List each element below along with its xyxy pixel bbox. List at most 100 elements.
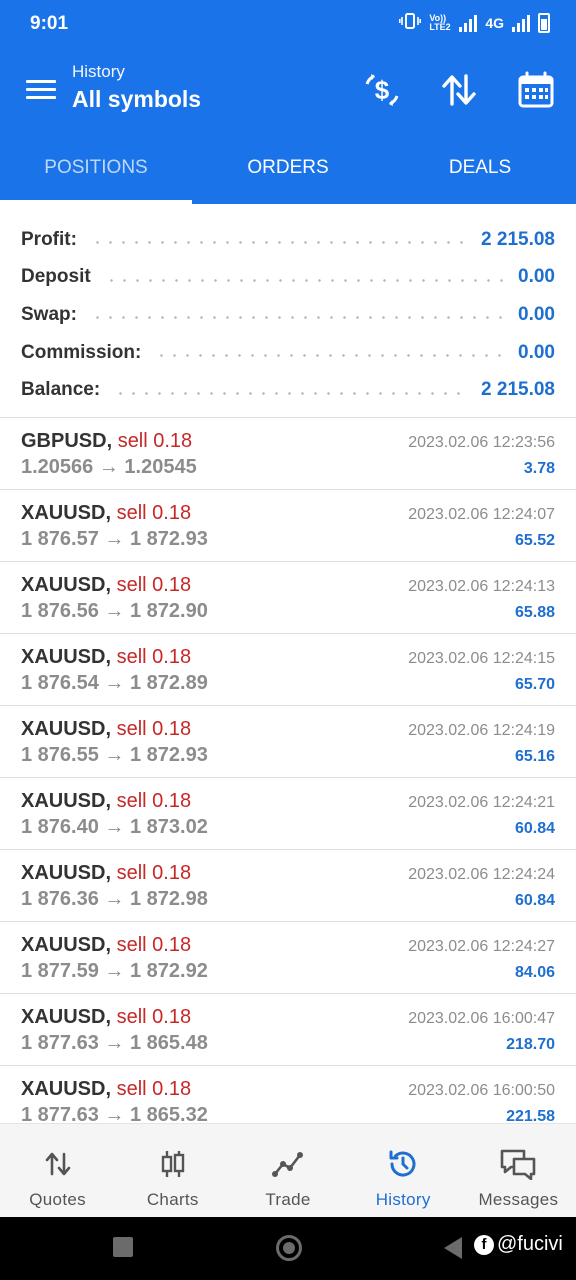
vibrate-icon bbox=[399, 12, 422, 33]
dotted-leader bbox=[104, 278, 505, 282]
summary-label: Balance: bbox=[21, 379, 101, 401]
deal-symbol: XAUUSD, bbox=[21, 934, 112, 956]
network-type: 4G bbox=[485, 14, 504, 31]
deal-time: 2023.02.06 16:00:47 bbox=[408, 1010, 555, 1027]
dotted-leader bbox=[155, 354, 505, 358]
battery-icon bbox=[538, 12, 550, 33]
deal-row[interactable]: XAUUSD, sell 0.18 1 876.56 → 1 872.90 20… bbox=[0, 562, 576, 634]
summary-profit-row: Profit: 2 215.08 bbox=[0, 221, 576, 259]
deal-side: sell 0.18 bbox=[116, 718, 192, 740]
deal-row[interactable]: XAUUSD, sell 0.18 1 877.63 → 1 865.48 20… bbox=[0, 994, 576, 1066]
deal-side: sell 0.18 bbox=[116, 790, 192, 812]
summary-balance-row: Balance: 2 215.08 bbox=[0, 371, 576, 409]
nav-history[interactable]: History bbox=[346, 1124, 461, 1217]
svg-text:$: $ bbox=[375, 75, 390, 105]
deal-side: sell 0.18 bbox=[116, 1078, 192, 1100]
summary-value: 2 215.08 bbox=[481, 228, 555, 250]
nav-quotes[interactable]: Quotes bbox=[0, 1124, 115, 1217]
deal-profit: 65.70 bbox=[514, 676, 555, 693]
sort-arrows-icon bbox=[439, 70, 479, 115]
deal-prices: 1 877.63 → 1 865.32 bbox=[21, 1104, 208, 1123]
deal-prices: 1.20566 → 1.20545 bbox=[21, 456, 197, 478]
deal-prices: 1 876.56 → 1 872.90 bbox=[21, 600, 208, 622]
dotted-leader bbox=[90, 241, 468, 245]
deal-row[interactable]: XAUUSD, sell 0.18 1 877.59 → 1 872.92 20… bbox=[0, 922, 576, 994]
deal-row[interactable]: XAUUSD, sell 0.18 1 877.63 → 1 865.32 20… bbox=[0, 1066, 576, 1123]
nav-label: Messages bbox=[478, 1190, 559, 1209]
deal-profit: 84.06 bbox=[514, 964, 555, 981]
summary-label: Profit: bbox=[21, 228, 77, 250]
signal-icon-2 bbox=[512, 14, 530, 32]
deal-time: 2023.02.06 12:24:15 bbox=[408, 650, 555, 667]
nav-messages[interactable]: Messages bbox=[461, 1124, 576, 1217]
history-tabs: POSITIONS ORDERS DEALS bbox=[0, 132, 576, 204]
back-button[interactable] bbox=[444, 1237, 462, 1259]
nav-label: Quotes bbox=[29, 1190, 86, 1209]
deal-symbol: XAUUSD, bbox=[21, 574, 112, 596]
volte-label: Vo)) LTE2 bbox=[429, 12, 451, 32]
deal-profit: 65.16 bbox=[514, 748, 555, 765]
status-icons: Vo)) LTE2 4G bbox=[399, 12, 550, 33]
watermark: f @fucivi bbox=[474, 1233, 563, 1256]
nav-label: History bbox=[375, 1190, 431, 1209]
summary-swap-row: Swap: 0.00 bbox=[0, 296, 576, 334]
deal-time: 2023.02.06 12:24:24 bbox=[408, 866, 555, 883]
calendar-icon bbox=[516, 70, 556, 115]
deal-side: sell 0.18 bbox=[116, 574, 192, 596]
deal-profit: 218.70 bbox=[506, 1036, 555, 1053]
menu-button[interactable] bbox=[26, 78, 56, 102]
tab-orders[interactable]: ORDERS bbox=[192, 132, 384, 204]
deal-side: sell 0.18 bbox=[116, 862, 192, 884]
nav-label: Trade bbox=[265, 1190, 311, 1209]
deal-prices: 1 876.55 → 1 872.93 bbox=[21, 744, 208, 766]
deal-profit: 60.84 bbox=[514, 820, 555, 837]
facebook-icon: f bbox=[474, 1234, 494, 1255]
deal-profit: 65.52 bbox=[514, 532, 555, 549]
home-button[interactable] bbox=[276, 1235, 302, 1261]
deal-row[interactable]: XAUUSD, sell 0.18 1 876.40 → 1 873.02 20… bbox=[0, 778, 576, 850]
deal-prices: 1 876.54 → 1 872.89 bbox=[21, 672, 208, 694]
deal-profit: 3.78 bbox=[523, 460, 555, 477]
app-title[interactable]: All symbols bbox=[72, 86, 201, 113]
deal-symbol: XAUUSD, bbox=[21, 718, 112, 740]
recents-button[interactable] bbox=[113, 1237, 133, 1257]
app-subtitle: History bbox=[72, 62, 125, 81]
deal-symbol: XAUUSD, bbox=[21, 1078, 112, 1100]
deal-symbol: GBPUSD, bbox=[21, 430, 113, 452]
deal-row[interactable]: XAUUSD, sell 0.18 1 876.36 → 1 872.98 20… bbox=[0, 850, 576, 922]
deal-row[interactable]: XAUUSD, sell 0.18 1 876.54 → 1 872.89 20… bbox=[0, 634, 576, 706]
deal-profit: 65.88 bbox=[514, 604, 555, 621]
account-summary: Profit: 2 215.08 Deposit 0.00 Swap: 0.00… bbox=[0, 204, 576, 418]
deal-time: 2023.02.06 12:24:19 bbox=[408, 722, 555, 739]
deal-time: 2023.02.06 12:24:13 bbox=[408, 578, 555, 595]
tab-deals[interactable]: DEALS bbox=[384, 132, 576, 204]
tab-positions[interactable]: POSITIONS bbox=[0, 132, 192, 204]
sort-button[interactable] bbox=[437, 70, 481, 114]
deal-prices: 1 876.40 → 1 873.02 bbox=[21, 816, 208, 838]
deal-list: GBPUSD, sell 0.18 1.20566 → 1.20545 2023… bbox=[0, 418, 576, 1123]
deal-side: sell 0.18 bbox=[116, 502, 192, 524]
candlestick-icon bbox=[159, 1148, 187, 1180]
deal-prices: 1 876.57 → 1 872.93 bbox=[21, 528, 208, 550]
nav-trade[interactable]: Trade bbox=[230, 1124, 345, 1217]
deal-side: sell 0.18 bbox=[117, 430, 193, 452]
nav-label: Charts bbox=[146, 1190, 199, 1209]
history-clock-icon bbox=[387, 1148, 419, 1180]
status-bar: 9:01 Vo)) LTE2 4G bbox=[0, 0, 576, 48]
deal-time: 2023.02.06 12:24:27 bbox=[408, 938, 555, 955]
deal-symbol: XAUUSD, bbox=[21, 862, 112, 884]
currency-button[interactable]: $ bbox=[360, 70, 404, 114]
summary-label: Swap: bbox=[21, 303, 77, 325]
deal-symbol: XAUUSD, bbox=[21, 502, 112, 524]
dotted-leader bbox=[90, 316, 505, 320]
deal-prices: 1 876.36 → 1 872.98 bbox=[21, 888, 208, 910]
deal-prices: 1 877.59 → 1 872.92 bbox=[21, 960, 208, 982]
nav-charts[interactable]: Charts bbox=[115, 1124, 230, 1217]
summary-value: 0.00 bbox=[518, 341, 555, 363]
deal-row[interactable]: XAUUSD, sell 0.18 1 876.55 → 1 872.93 20… bbox=[0, 706, 576, 778]
chat-bubbles-icon bbox=[499, 1148, 537, 1180]
deal-row[interactable]: GBPUSD, sell 0.18 1.20566 → 1.20545 2023… bbox=[0, 418, 576, 490]
deal-row[interactable]: XAUUSD, sell 0.18 1 876.57 → 1 872.93 20… bbox=[0, 490, 576, 562]
dotted-leader bbox=[114, 391, 468, 395]
calendar-button[interactable] bbox=[514, 70, 558, 114]
